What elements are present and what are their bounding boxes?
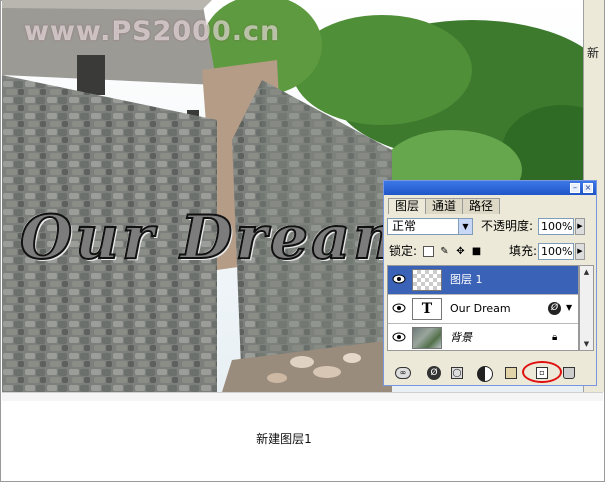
- layer-thumbnail: [412, 269, 442, 291]
- adjustment-layer-icon[interactable]: [477, 366, 493, 382]
- caption-text: 新建图层1: [256, 432, 312, 446]
- scroll-down-icon[interactable]: ▼: [580, 338, 593, 350]
- lock-transparency-icon[interactable]: [423, 246, 434, 257]
- palette-tabs: 图层 通道 路径: [388, 198, 501, 214]
- layer-row-our-dream[interactable]: T Our Dream Ø ▼: [388, 295, 578, 324]
- layers-scrollbar[interactable]: ▲ ▼: [579, 265, 594, 351]
- eye-icon[interactable]: [392, 332, 406, 342]
- lock-row: 锁定: ✎ ✥ ■ 填充: 100% ▶: [387, 243, 594, 261]
- minimize-button[interactable]: –: [570, 183, 580, 193]
- trash-icon[interactable]: [563, 367, 575, 379]
- tab-channels[interactable]: 通道: [425, 198, 464, 214]
- tab-paths[interactable]: 路径: [462, 198, 501, 214]
- blend-row: 正常 ▼ 不透明度: 100% ▶: [387, 218, 594, 236]
- blend-mode-select[interactable]: 正常 ▼: [387, 218, 473, 235]
- layer-row-background[interactable]: 背景 🔒︎: [388, 324, 578, 352]
- layer-style-icon[interactable]: Ø: [427, 366, 441, 380]
- chevron-down-icon[interactable]: ▼: [458, 219, 472, 234]
- lock-label: 锁定:: [389, 244, 418, 258]
- text-layer-thumbnail: T: [412, 298, 442, 320]
- canvas-bottom-edge: [2, 392, 603, 401]
- palette-bottom-toolbar: ∞ Ø ◯ ▫: [387, 361, 594, 383]
- fill-arrow-icon[interactable]: ▶: [575, 243, 585, 260]
- layers-palette: – × 图层 通道 路径 正常 ▼ 不透明度: 100% ▶ 锁定: ✎ ✥ ■…: [383, 180, 597, 386]
- folder-icon[interactable]: [505, 367, 517, 379]
- layers-list: 图层 1 T Our Dream Ø ▼ 背景 🔒︎: [387, 265, 579, 351]
- our-dream-artwork-text: Our Dream: [19, 202, 420, 274]
- lock-all-icon[interactable]: ■: [471, 246, 482, 257]
- expand-effects-icon[interactable]: ▼: [566, 303, 572, 312]
- background-thumbnail: [412, 327, 442, 349]
- scroll-up-icon[interactable]: ▲: [580, 266, 593, 278]
- palette-titlebar[interactable]: – ×: [384, 181, 596, 195]
- lock-move-icon[interactable]: ✥: [455, 246, 466, 257]
- blend-mode-value: 正常: [392, 219, 417, 233]
- tab-layers[interactable]: 图层: [388, 198, 427, 214]
- opacity-label: 不透明度:: [481, 219, 534, 233]
- layer-row-layer1[interactable]: 图层 1: [388, 266, 578, 295]
- layer-name[interactable]: 图层 1: [450, 266, 483, 294]
- fill-label: 填充:: [509, 244, 538, 258]
- lock-icon: 🔒︎: [552, 332, 558, 343]
- mask-icon[interactable]: ◯: [451, 367, 463, 379]
- highlight-circle: [522, 361, 562, 383]
- opacity-input[interactable]: 100%: [538, 218, 574, 235]
- layer-name[interactable]: 背景: [450, 324, 472, 352]
- layer-effects-icon[interactable]: Ø: [548, 302, 561, 315]
- opacity-arrow-icon[interactable]: ▶: [575, 218, 585, 235]
- lock-brush-icon[interactable]: ✎: [439, 246, 450, 257]
- eye-icon[interactable]: [392, 274, 406, 284]
- fill-input[interactable]: 100%: [538, 243, 574, 260]
- side-panel-label: 新: [587, 46, 600, 60]
- close-button[interactable]: ×: [583, 183, 593, 193]
- link-icon[interactable]: ∞: [395, 367, 411, 379]
- eye-icon[interactable]: [392, 303, 406, 313]
- layer-name[interactable]: Our Dream: [450, 295, 511, 323]
- watermark-text: www.PS2000.cn: [24, 16, 281, 47]
